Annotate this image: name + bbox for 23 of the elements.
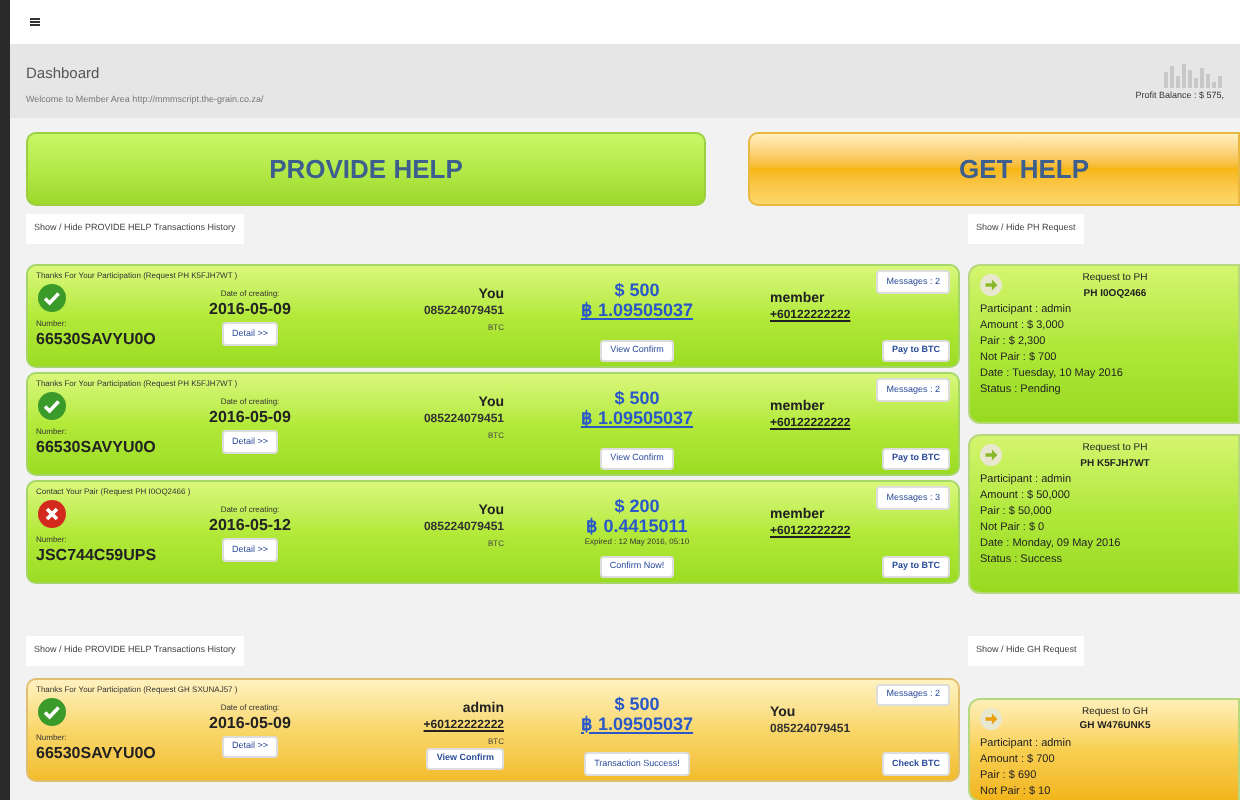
transaction-number: 66530SAVYU0O: [36, 438, 158, 456]
creation-date: 2016-05-09: [209, 408, 291, 426]
usd-amount: $ 500: [614, 695, 660, 714]
creation-date: 2016-05-12: [209, 516, 291, 534]
arrow-icon: [980, 274, 1002, 296]
arrow-icon: [980, 444, 1002, 466]
get-help-button[interactable]: GET HELP: [748, 132, 1240, 207]
usd-amount: $ 200: [614, 498, 660, 516]
bar-chart-icon: [1164, 62, 1224, 89]
btc-amount[interactable]: ฿ 1.09505037: [580, 408, 694, 428]
transaction-number: 66530SAVYU0O: [36, 743, 158, 762]
arrow-icon: [980, 707, 1002, 730]
usd-amount: $ 500: [614, 282, 660, 300]
menu-icon[interactable]: [30, 18, 40, 27]
usd-amount: $ 500: [614, 390, 660, 408]
transaction-number: JSC744C59UPS: [36, 546, 159, 564]
btc-amount: ฿ 0.4415011: [586, 516, 688, 536]
provide-help-button[interactable]: PROVIDE HELP: [26, 132, 706, 207]
btc-amount[interactable]: ฿ 1.09505037: [580, 300, 694, 320]
creation-date: 2016-05-09: [209, 713, 291, 732]
btc-amount[interactable]: ฿ 1.09505037: [580, 713, 694, 734]
creation-date: 2016-05-09: [209, 300, 291, 318]
transaction-number: 66530SAVYU0O: [36, 330, 158, 348]
